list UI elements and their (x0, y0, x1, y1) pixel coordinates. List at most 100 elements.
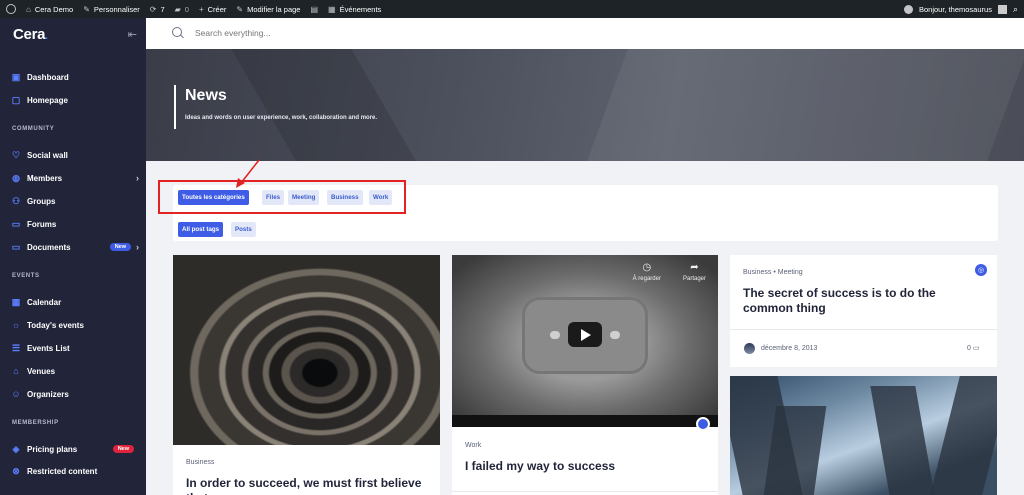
wp-logo-button[interactable] (6, 4, 16, 14)
site-logo[interactable]: Cera. (13, 26, 48, 43)
sidebar-item-label: Restricted content (27, 466, 98, 476)
sidebar-item-homepage[interactable]: ▢ Homepage (11, 95, 139, 105)
tag-icon: ◈ (12, 443, 20, 454)
post-card[interactable]: Business • Meeting ◎ The secret of succe… (730, 255, 997, 367)
customize-label: Personnaliser (93, 4, 140, 14)
sidebar-item-forums[interactable]: ▭ Forums (11, 219, 139, 229)
sidebar-item-todays-events[interactable]: ☼ Today's events (11, 320, 139, 330)
home-icon: ⌂ (26, 4, 31, 14)
share-button[interactable]: ➦ Partager (683, 262, 706, 282)
wordpress-icon (6, 4, 16, 14)
search-icon[interactable]: ⌕ (1013, 4, 1018, 15)
chat-icon: ▭ (11, 218, 21, 229)
video-actions: ◷ À regarder ➦ Partager (633, 262, 706, 282)
post-date[interactable]: décembre 8, 2013 (761, 345, 817, 352)
chevron-right-icon: › (136, 242, 139, 252)
post-category[interactable]: Business (743, 269, 771, 276)
calendar-icon: ▦ (11, 296, 21, 307)
post-card[interactable]: Business In order to succeed, we must fi… (173, 255, 440, 495)
sidebar-item-social-wall[interactable]: ♡ Social wall (11, 150, 139, 160)
post-categories: Business • Meeting (743, 269, 803, 276)
play-button[interactable] (568, 322, 602, 347)
sidebar-item-venues[interactable]: ⌂ Venues (11, 366, 139, 376)
hero-background-shape (219, 49, 433, 161)
post-image[interactable] (173, 255, 440, 445)
sidebar-item-label: Today's events (27, 320, 84, 330)
sidebar-item-groups[interactable]: ⚇ Groups (11, 196, 139, 206)
search-icon (172, 27, 182, 37)
tag-chip-posts[interactable]: Posts (231, 222, 256, 237)
comment-count[interactable]: 0 ▭ (967, 344, 979, 352)
sidebar-item-label: Events List (27, 343, 70, 353)
search-input[interactable] (195, 28, 495, 38)
card-divider (452, 491, 718, 492)
collapse-sidebar-icon[interactable]: ⇤ (128, 28, 137, 41)
plus-icon: + (198, 4, 204, 14)
folder-icon: ▭ (11, 241, 21, 252)
template-link[interactable]: ▤ (310, 5, 318, 14)
new-badge: New (109, 243, 131, 251)
globe-icon: ◍ (12, 172, 20, 183)
annotation-arrow (236, 159, 260, 188)
sidebar-item-restricted-content[interactable]: ⊗ Restricted content (11, 466, 139, 476)
video-bottom-bar (452, 415, 718, 427)
events-link[interactable]: ▦ Événements (328, 5, 381, 14)
post-title[interactable]: In order to succeed, we must first belie… (186, 476, 426, 495)
avatar[interactable] (997, 4, 1007, 14)
sun-icon: ☼ (11, 320, 21, 330)
edit-page-link[interactable]: ✎ Modifier la page (236, 5, 300, 14)
card-divider (730, 329, 997, 330)
updates-link[interactable]: ⟳ 7 (150, 5, 165, 14)
comments-link[interactable]: ▰ 0 (175, 5, 189, 14)
sidebar-item-label: Dashboard (27, 72, 69, 82)
template-icon: ▤ (310, 4, 319, 14)
pencil-icon: ✎ (236, 4, 244, 14)
post-image[interactable] (730, 376, 997, 495)
post-title[interactable]: The secret of success is to do the commo… (743, 286, 973, 316)
greeting-link[interactable]: Bonjour, themosaurus (919, 5, 992, 14)
site-name-label: Cera Demo (34, 4, 74, 14)
video-format-badge (696, 417, 710, 431)
site-name-link[interactable]: ⌂ Cera Demo (26, 5, 73, 14)
format-badge-icon: ◎ (975, 264, 987, 276)
sidebar-item-documents[interactable]: ▭ Documents New › (11, 241, 139, 253)
sidebar-item-dashboard[interactable]: ▣ Dashboard (11, 72, 139, 82)
customize-link[interactable]: ✎ Personnaliser (83, 5, 140, 14)
post-category[interactable]: Meeting (778, 269, 803, 276)
post-category[interactable]: Business (186, 459, 214, 466)
sidebar-item-label: Pricing plans (27, 444, 78, 454)
events-label: Événements (339, 4, 382, 14)
post-card[interactable] (730, 376, 997, 495)
thumbnail-dot (610, 331, 620, 339)
watch-later-button[interactable]: ◷ À regarder (633, 262, 661, 282)
page-header: News Ideas and words on user experience,… (146, 49, 1024, 161)
chevron-right-icon: › (136, 173, 139, 183)
video-embed[interactable]: ◷ À regarder ➦ Partager (452, 255, 718, 415)
comments-count: 0 (184, 4, 189, 14)
list-icon: ☰ (11, 342, 21, 353)
post-category[interactable]: Work (465, 442, 481, 449)
sidebar-item-events-list[interactable]: ☰ Events List (11, 343, 139, 353)
sidebar-item-label: Venues (27, 366, 56, 376)
logo-text: Cera (13, 26, 46, 43)
post-card[interactable]: ◷ À regarder ➦ Partager Work I failed my w… (452, 255, 718, 495)
sidebar-item-members[interactable]: ◍ Members › (11, 172, 139, 184)
sidebar-item-organizers[interactable]: ☺ Organizers (11, 389, 139, 399)
sidebar-item-label: Calendar (27, 297, 62, 307)
groups-icon: ⚇ (11, 195, 21, 206)
tag-chip-all[interactable]: All post tags (178, 222, 224, 237)
share-icon: ➦ (690, 262, 699, 273)
comment-icon: ▭ (972, 345, 980, 352)
create-link[interactable]: + Créer (199, 5, 226, 14)
themosaurus-logo-icon (903, 4, 913, 14)
user-icon: ☺ (11, 389, 21, 399)
create-label: Créer (207, 4, 227, 14)
sidebar-item-label: Homepage (27, 95, 68, 105)
brush-icon: ✎ (83, 4, 90, 14)
author-avatar[interactable] (744, 343, 755, 354)
post-title[interactable]: I failed my way to success (465, 459, 705, 474)
sidebar-item-pricing-plans[interactable]: ◈ Pricing plans New (11, 444, 139, 454)
sidebar-item-label: Members (27, 173, 63, 183)
sidebar-item-calendar[interactable]: ▦ Calendar (11, 297, 139, 307)
page-subtitle: Ideas and words on user experience, work… (185, 115, 378, 121)
